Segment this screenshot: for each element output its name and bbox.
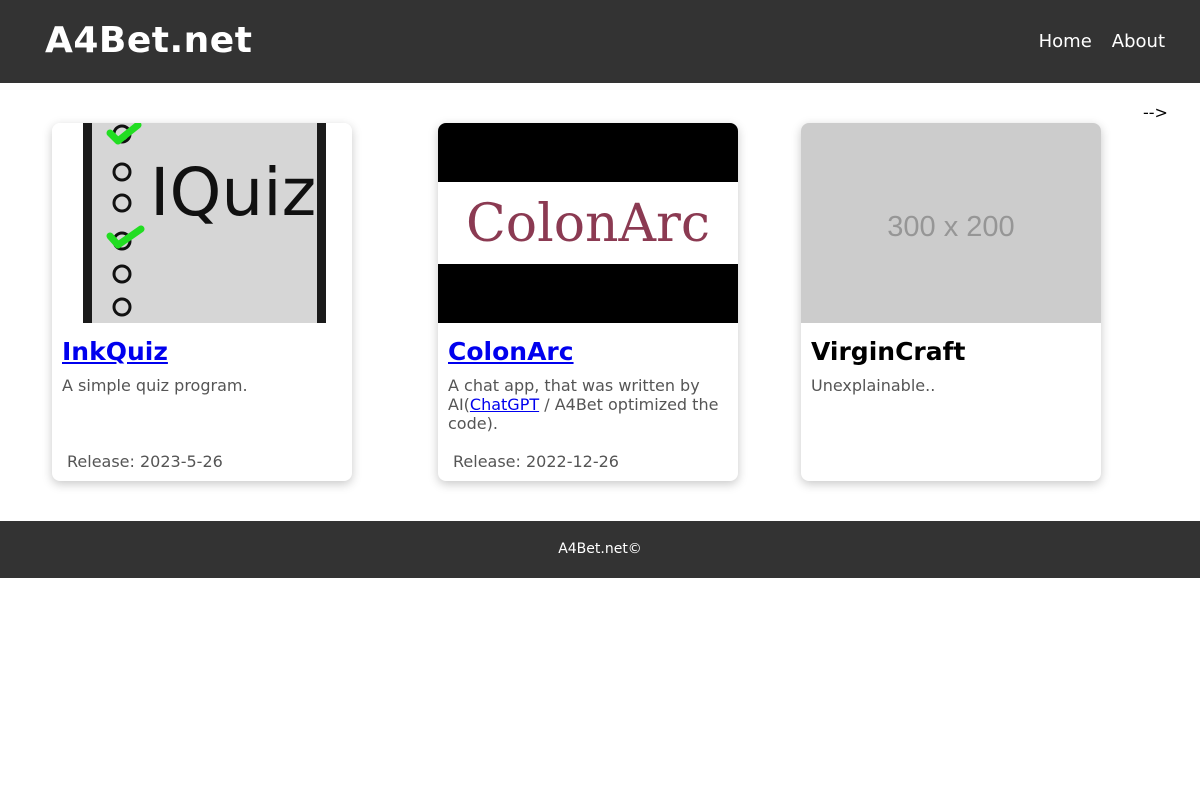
colonarc-logo-text: ColonArc xyxy=(466,194,710,254)
colonarc-title-link[interactable]: ColonArc xyxy=(448,337,574,366)
stray-comment-text: --> xyxy=(1143,103,1168,122)
project-card-colonarc: ColonArc ColonArc A chat app, that was w… xyxy=(438,123,738,481)
card-title: InkQuiz xyxy=(62,336,168,368)
card-description: A chat app, that was written by AI(ChatG… xyxy=(448,376,730,433)
inkquiz-logo-text: IQuiz xyxy=(150,154,316,231)
inkquiz-logo-image: IQuiz xyxy=(52,123,352,323)
site-header: A4Bet.net Home About xyxy=(0,0,1200,83)
site-footer: A4Bet.net© xyxy=(0,521,1200,578)
card-title: VirginCraft xyxy=(811,337,966,366)
inkquiz-title-link[interactable]: InkQuiz xyxy=(62,337,168,366)
project-card-inkquiz: IQuiz InkQuiz A simple quiz program. Rel… xyxy=(52,123,352,481)
placeholder-size-text: 300 x 200 xyxy=(887,211,1014,243)
chatgpt-link[interactable]: ChatGPT xyxy=(470,395,539,414)
placeholder-image: 300 x 200 xyxy=(801,123,1101,323)
footer-copyright: A4Bet.net© xyxy=(558,541,642,557)
site-title: A4Bet.net xyxy=(45,20,253,61)
card-release-date: Release: 2022-12-26 xyxy=(453,452,619,471)
card-description: Unexplainable.. xyxy=(811,376,936,395)
card-description: A simple quiz program. xyxy=(62,376,248,395)
main-nav: Home About xyxy=(1039,30,1165,54)
virgincraft-thumbnail: 300 x 200 xyxy=(801,123,1101,323)
colonarc-logo-image: ColonArc xyxy=(438,123,738,323)
nav-about-link[interactable]: About xyxy=(1112,30,1165,54)
project-card-virgincraft: 300 x 200 VirginCraft Unexplainable.. xyxy=(801,123,1101,481)
colonarc-thumbnail[interactable]: ColonArc xyxy=(438,123,738,323)
card-title: ColonArc xyxy=(448,336,574,368)
nav-home-link[interactable]: Home xyxy=(1039,30,1092,54)
card-release-date: Release: 2023-5-26 xyxy=(67,452,223,471)
inkquiz-thumbnail[interactable]: IQuiz xyxy=(52,123,352,323)
